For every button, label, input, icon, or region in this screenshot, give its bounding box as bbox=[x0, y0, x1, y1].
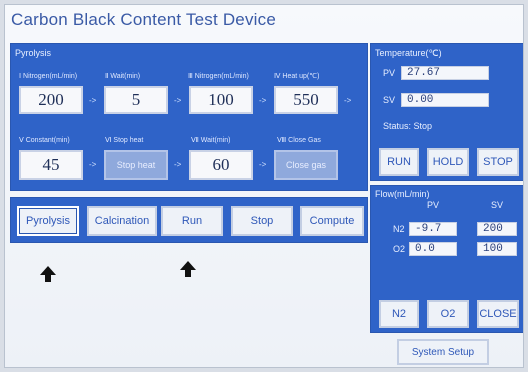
step1-label: Ⅰ Nitrogen(mL/min) bbox=[19, 73, 78, 80]
up-arrow-icon bbox=[40, 266, 56, 282]
pyrolysis-panel: Pyrolysis Ⅰ Nitrogen(mL/min) 200 -> Ⅱ Wa… bbox=[10, 43, 368, 191]
pyrolysis-button[interactable]: Pyrolysis bbox=[17, 206, 79, 236]
flow-o2-pv: 0.0 bbox=[409, 242, 457, 256]
step7-label: Ⅶ Wait(min) bbox=[191, 137, 231, 144]
flow-panel: Flow(mL/min) PV SV N2 -9.7 200 O2 0.0 10… bbox=[370, 185, 523, 333]
step4-value[interactable]: 550 bbox=[274, 86, 338, 114]
step5-value[interactable]: 45 bbox=[19, 150, 83, 180]
step3-value[interactable]: 100 bbox=[189, 86, 253, 114]
flow-close-button[interactable]: CLOSE bbox=[477, 300, 519, 328]
flow-n2-label: N2 bbox=[393, 224, 405, 234]
step7-value[interactable]: 60 bbox=[189, 150, 253, 180]
step2-label: Ⅱ Wait(min) bbox=[105, 73, 141, 80]
temp-hold-button[interactable]: HOLD bbox=[427, 148, 469, 176]
temp-stop-button[interactable]: STOP bbox=[477, 148, 519, 176]
system-setup-button[interactable]: System Setup bbox=[397, 339, 489, 365]
temp-sv-label: SV bbox=[383, 95, 396, 105]
step3-label: Ⅲ Nitrogen(mL/min) bbox=[188, 73, 249, 80]
stop-button[interactable]: Stop bbox=[231, 206, 293, 236]
flow-n2-button[interactable]: N2 bbox=[379, 300, 419, 328]
step8-label: Ⅷ Close Gas bbox=[277, 137, 321, 144]
temperature-panel: Temperature(℃) PV 27.67 SV 0.00 Status: … bbox=[370, 43, 523, 181]
flow-o2-button[interactable]: O2 bbox=[427, 300, 469, 328]
flow-label: Flow(mL/min) bbox=[375, 189, 430, 199]
flow-n2-sv-input[interactable]: 200 bbox=[477, 222, 517, 236]
device-screen: Carbon Black Content Test Device Pyrolys… bbox=[4, 4, 524, 368]
step-arrow: -> bbox=[89, 160, 97, 169]
calcination-button[interactable]: Calcination bbox=[87, 206, 157, 236]
temperature-label: Temperature(℃) bbox=[375, 48, 442, 58]
mode-panel: Pyrolysis Calcination Run Stop Compute bbox=[10, 197, 368, 243]
pyrolysis-label: Pyrolysis bbox=[15, 48, 52, 58]
flow-o2-label: O2 bbox=[393, 244, 406, 254]
compute-button[interactable]: Compute bbox=[300, 206, 364, 236]
temp-pv-value: 27.67 bbox=[401, 66, 489, 80]
step-arrow: -> bbox=[259, 160, 267, 169]
temp-run-button[interactable]: RUN bbox=[379, 148, 419, 176]
stop-heat-button[interactable]: Stop heat bbox=[104, 150, 168, 180]
temp-status: Status: Stop bbox=[383, 121, 433, 131]
run-button[interactable]: Run bbox=[161, 206, 223, 236]
step-arrow: -> bbox=[259, 96, 267, 105]
step4-label: Ⅳ Heat up(℃) bbox=[274, 73, 320, 80]
step-arrow: -> bbox=[174, 160, 182, 169]
flow-n2-pv: -9.7 bbox=[409, 222, 457, 236]
temp-pv-label: PV bbox=[383, 68, 396, 78]
step6-label: Ⅵ Stop heat bbox=[105, 137, 144, 144]
step2-value[interactable]: 5 bbox=[104, 86, 168, 114]
step5-label: Ⅴ Constant(min) bbox=[19, 137, 70, 144]
step-arrow: -> bbox=[344, 96, 352, 105]
temp-sv-input[interactable]: 0.00 bbox=[401, 93, 489, 107]
up-arrow-icon bbox=[180, 261, 196, 277]
step1-value[interactable]: 200 bbox=[19, 86, 83, 114]
step-arrow: -> bbox=[89, 96, 97, 105]
window-title: Carbon Black Content Test Device bbox=[11, 10, 276, 29]
step-arrow: -> bbox=[174, 96, 182, 105]
close-gas-button[interactable]: Close gas bbox=[274, 150, 338, 180]
flow-pv-header: PV bbox=[427, 200, 440, 210]
flow-sv-header: SV bbox=[491, 200, 504, 210]
flow-o2-sv-input[interactable]: 100 bbox=[477, 242, 517, 256]
